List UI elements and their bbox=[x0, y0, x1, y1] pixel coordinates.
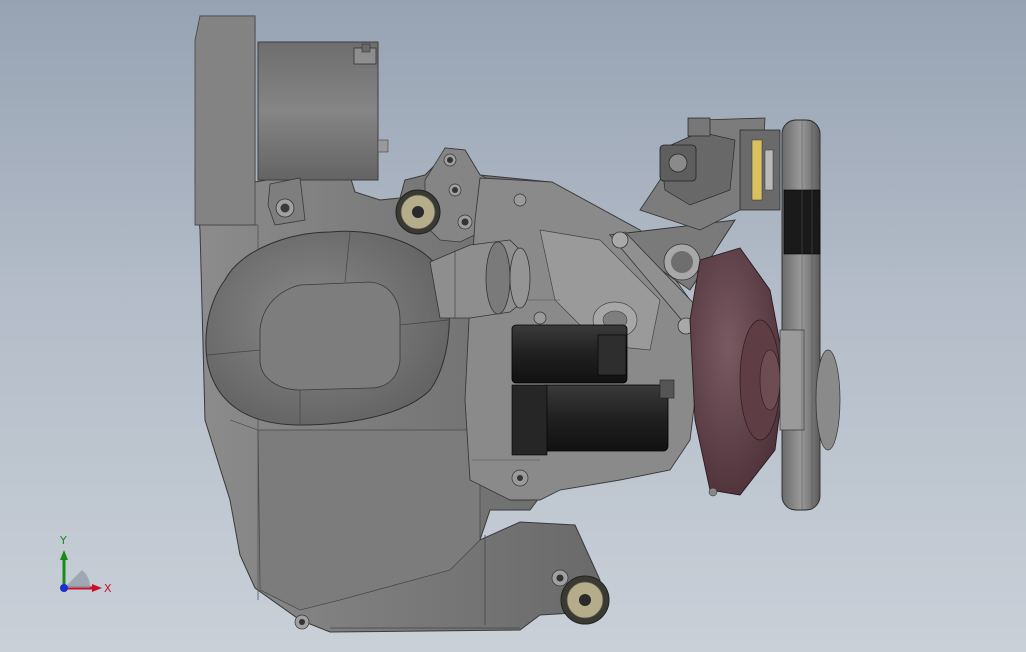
upper-bushing bbox=[395, 189, 441, 235]
air-box bbox=[205, 230, 450, 426]
cvt-clutch-drum bbox=[689, 247, 786, 497]
y-axis-label: Y bbox=[59, 534, 67, 547]
top-cylinder bbox=[257, 41, 389, 181]
drive-pulley bbox=[779, 119, 841, 511]
engine-assembly-model[interactable] bbox=[0, 0, 1026, 652]
z-axis-dot bbox=[60, 584, 68, 592]
x-axis-label: X bbox=[104, 582, 112, 595]
coordinate-triad: Y X bbox=[59, 534, 112, 595]
left-mount-boss bbox=[267, 177, 306, 226]
cad-viewport[interactable]: Y X bbox=[0, 0, 1026, 652]
